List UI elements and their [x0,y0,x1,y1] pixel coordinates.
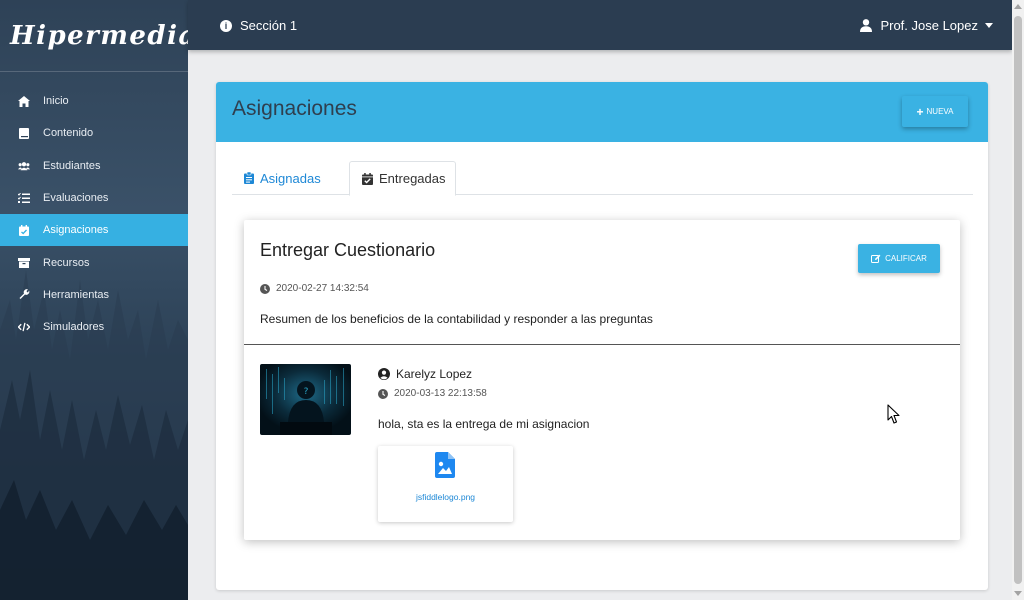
assignment-title: Entregar Cuestionario [260,240,436,260]
svg-text:?: ? [304,387,309,397]
clipboard-list-icon [244,172,254,184]
sidebar-item-label: Asignaciones [43,224,109,237]
sidebar-item-contenido[interactable]: Contenido [0,117,188,149]
attachment-card[interactable]: jsfiddlelogo.png [378,446,513,522]
edit-icon [871,254,881,263]
sidebar-item-label: Estudiantes [43,159,101,172]
brand-logo[interactable]: Hipermedia [0,0,188,72]
card-header: Asignaciones + NUEVA [216,82,988,142]
info-icon: i [220,19,232,32]
user-icon [860,19,873,32]
page-title: Asignaciones [232,97,357,120]
sidebar-item-label: Recursos [43,256,90,269]
calendar-check-icon [362,172,373,185]
tab-asignadas[interactable]: Asignadas [244,161,321,195]
calendar-check-icon [18,224,30,236]
sidebar-item-evaluaciones[interactable]: Evaluaciones [0,182,188,214]
sidebar-item-label: Herramientas [43,288,110,301]
sidebar: Hipermedia Inicio Contenido Estudiantes … [0,0,188,600]
new-button-label: NUEVA [926,107,954,116]
scrollbar[interactable] [1012,0,1024,600]
assignment-date-text: 2020-02-27 14:32:54 [276,283,369,294]
tasks-icon [18,192,30,204]
submission-message: hola, sta es la entrega de mi asignacion [378,417,590,431]
attachment-filename[interactable]: jsfiddlelogo.png [378,492,513,502]
section-label: Sección 1 [240,18,298,33]
archive-icon [18,257,30,269]
tab-label: Asignadas [260,170,321,186]
code-icon [18,321,30,333]
caret-down-icon [985,23,993,28]
clock-icon [260,283,270,294]
mouse-cursor-icon [887,404,901,430]
sidebar-item-label: Contenido [43,127,94,140]
scrollbar-thumb[interactable] [1014,16,1022,584]
new-assignment-button[interactable]: + NUEVA [902,96,968,127]
plus-icon: + [916,104,924,119]
sidebar-item-inicio[interactable]: Inicio [0,85,188,117]
grade-button-label: CALIFICAR [885,254,927,263]
clock-icon [378,388,388,399]
assignment-date: 2020-02-27 14:32:54 [260,283,369,294]
grade-button[interactable]: CALIFICAR [858,244,940,273]
tab-label: Entregadas [379,171,446,186]
sidebar-nav: Inicio Contenido Estudiantes Evaluacione… [0,85,188,343]
divider [244,344,960,345]
user-name: Prof. Jose Lopez [880,18,978,33]
tabs: Asignadas Entregadas [232,161,973,196]
user-circle-icon [378,368,390,380]
scroll-down-arrow-icon[interactable] [1014,591,1022,596]
student-name-text: Karelyz Lopez [396,367,473,381]
student-name: Karelyz Lopez [378,367,472,381]
sidebar-item-estudiantes[interactable]: Estudiantes [0,150,188,182]
home-icon [18,95,30,107]
sidebar-item-label: Evaluaciones [43,192,109,205]
submission-date: 2020-03-13 22:13:58 [378,388,487,399]
sidebar-item-label: Inicio [43,95,69,108]
sidebar-item-recursos[interactable]: Recursos [0,246,188,278]
tab-entregadas[interactable]: Entregadas [349,161,456,196]
sidebar-item-label: Simuladores [43,321,105,334]
users-icon [18,160,30,172]
assignment-card: Entregar Cuestionario CALIFICAR 2020-02-… [244,220,960,540]
user-menu[interactable]: Prof. Jose Lopez [860,18,993,33]
scroll-up-arrow-icon[interactable] [1014,4,1022,9]
topbar: i Sección 1 Prof. Jose Lopez [188,0,1012,50]
wrench-icon [18,289,30,301]
sidebar-item-herramientas[interactable]: Herramientas [0,279,188,311]
submission-date-text: 2020-03-13 22:13:58 [394,388,487,399]
sidebar-item-asignaciones[interactable]: Asignaciones [0,214,188,247]
student-avatar-image: ? [260,364,351,435]
file-image-icon [435,452,455,483]
sidebar-item-simuladores[interactable]: Simuladores [0,311,188,343]
section-indicator[interactable]: i Sección 1 [220,18,297,33]
assignment-description: Resumen de los beneficios de la contabil… [260,312,653,326]
book-icon [18,127,30,139]
assignments-card: Asignaciones + NUEVA Asignadas Entregada… [216,82,988,590]
